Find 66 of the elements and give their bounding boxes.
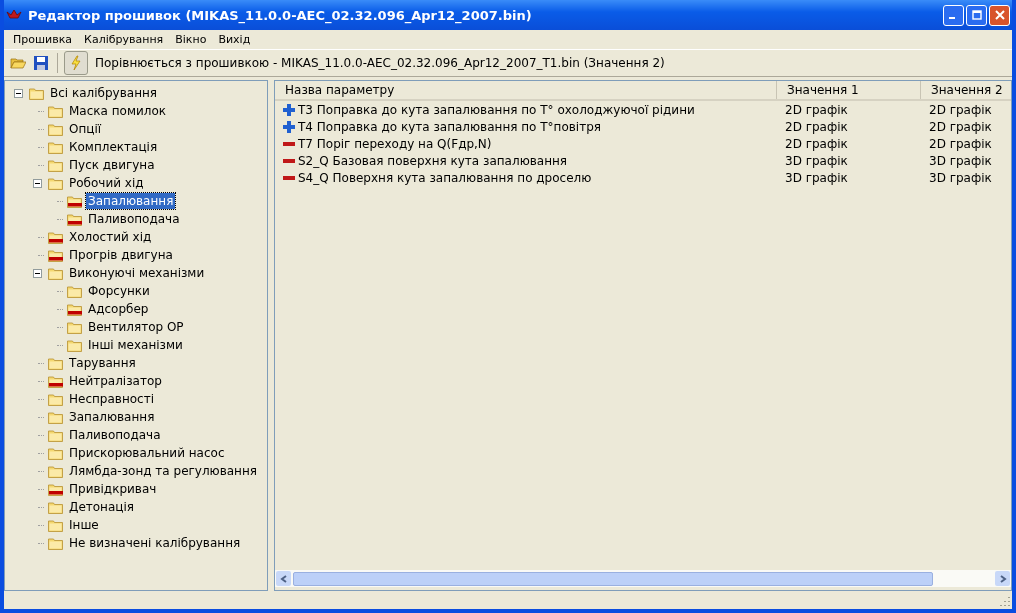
table-cell-text: 2D графік [928,119,993,134]
window-title: Редактор прошивок (MIKAS_11.0.0-AEC_02.32.096_Apr12_2007.bin) [28,7,533,23]
resize-grip-icon[interactable] [999,595,1011,607]
menu-item[interactable]: Вікно [169,33,213,46]
tree-item[interactable]: Холостий хід [67,229,154,245]
table-cell-text: 3D графік [784,153,849,168]
scroll-right-icon[interactable] [995,571,1010,586]
tree-item[interactable]: Прогрів двигуна [67,247,175,263]
tree-item[interactable]: Робочий хід [67,175,146,191]
minimize-button[interactable] [943,4,964,26]
table-cell-text: 2D графік [928,136,993,151]
scrollbar-thumb[interactable] [293,571,933,586]
tree-item[interactable]: Паливоподача [86,211,182,227]
tree-item[interactable]: Адсорбер [86,301,151,317]
collapse-toggle-icon[interactable] [13,88,23,98]
tree-item[interactable]: Виконуючі механізми [67,265,207,281]
tree-item[interactable]: Несправності [67,391,156,407]
table-cell-text: 2D графік [928,102,993,117]
tree-item[interactable]: Вентилятор ОР [86,319,186,335]
tree-item[interactable]: Лямбда-зонд та регулювання [67,463,260,479]
table-cell-text: 3D графік [928,170,993,185]
table-cell: T4 Поправка до кута запалювання по Т°повітря [298,119,602,134]
table-cell: T7 Поріг переходу на Q(Fдр,N) [298,136,492,151]
lightning-icon [68,55,84,71]
table-cell: S2_Q Базовая поверхня кута запалювання [298,153,568,168]
save-icon[interactable] [31,53,51,73]
column-header[interactable]: Назва параметру [275,81,777,99]
horizontal-scrollbar[interactable] [275,570,1011,587]
column-header[interactable]: Значення 2 [921,81,1011,99]
tree-item[interactable]: Форсунки [86,283,152,299]
close-icon [994,10,1005,20]
table-cell-text: 3D графік [784,170,849,185]
maximize-icon [971,10,982,20]
tree-item[interactable]: Запалювання [67,409,157,425]
tree-item[interactable]: Інші механізми [86,337,185,353]
comparison-label: Порівнюється з прошивкою - MIKAS_11.0.0-AEC_02.32.096_Apr12_2007_T1.bin (Значення 2) [95,56,665,70]
collapse-toggle-icon[interactable] [32,268,42,278]
table-cell: S4_Q Поверхня кута запалювання по дроселю [298,170,592,185]
tree-item[interactable]: Запалювання [86,193,176,209]
menu-item[interactable]: Калібрування [78,33,170,46]
scroll-left-icon[interactable] [276,571,291,586]
table-cell-text: 2D графік [784,102,849,117]
minimize-icon [948,17,955,19]
table-cell-text: 3D графік [928,153,993,168]
tree-item[interactable]: Інше [67,517,101,533]
tree-item[interactable]: Опції [67,121,104,137]
table-cell-text: 2D графік [784,136,849,151]
tree-item[interactable]: Всі калібрування [48,85,160,101]
close-button[interactable] [989,4,1010,26]
table-cell-text: 2D графік [784,119,849,134]
table-cell: T3 Поправка до кута запалювання по Т° охолоджуючої рідини [298,102,695,117]
column-header[interactable]: Значення 1 [777,81,921,99]
menu-item[interactable]: Прошивка [7,33,79,46]
tree-item[interactable]: Паливоподача [67,427,163,443]
tree-item[interactable]: Нейтралізатор [67,373,164,389]
collapse-toggle-icon[interactable] [32,178,42,188]
maximize-button[interactable] [966,4,987,26]
tree-item[interactable]: Тарування [67,355,138,371]
tree-item[interactable]: Пуск двигуна [67,157,157,173]
tree-item[interactable]: Комплектація [67,139,160,155]
tree-item[interactable]: Детонація [67,499,136,515]
tree-item[interactable]: Прискорювальний насос [67,445,227,461]
tree-item[interactable]: Не визначені калібрування [67,535,243,551]
tree-item[interactable]: Привідкривач [67,481,159,497]
tree-item[interactable]: Маска помилок [67,103,169,119]
menu-item[interactable]: Вихід [212,33,257,46]
